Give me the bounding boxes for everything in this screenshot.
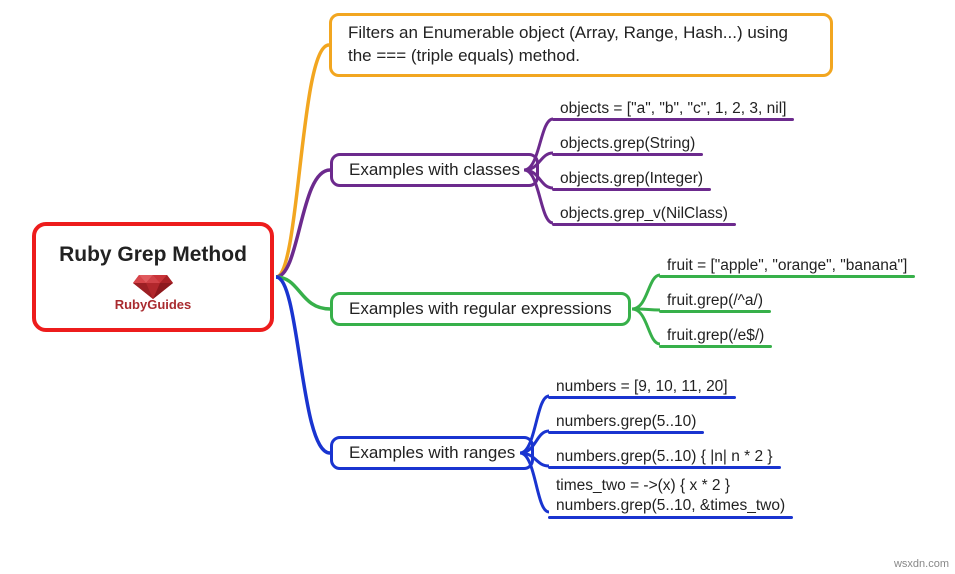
leaf-ranges-0: numbers = [9, 10, 11, 20] xyxy=(556,378,728,396)
leaf-regex-1: fruit.grep(/^a/) xyxy=(667,292,763,310)
leaf-ranges-2: numbers.grep(5..10) { |n| n * 2 } xyxy=(556,448,773,466)
root-title: Ruby Grep Method xyxy=(59,243,247,267)
brand-label: RubyGuides xyxy=(115,297,192,312)
leaf-ranges-1: numbers.grep(5..10) xyxy=(556,413,696,431)
leaf-classes-1: objects.grep(String) xyxy=(560,135,695,153)
branch-regex: Examples with regular expressions xyxy=(330,292,631,326)
leaf-classes-2: objects.grep(Integer) xyxy=(560,170,703,188)
ruby-gem-icon xyxy=(133,271,173,299)
branch-classes: Examples with classes xyxy=(330,153,539,187)
branch-ranges-label: Examples with ranges xyxy=(349,443,515,463)
leaf-classes-0: objects = ["a", "b", "c", 1, 2, 3, nil] xyxy=(560,100,786,118)
leaf-classes-3: objects.grep_v(NilClass) xyxy=(560,205,728,223)
branch-description: Filters an Enumerable object (Array, Ran… xyxy=(329,13,833,77)
branch-ranges: Examples with ranges xyxy=(330,436,534,470)
leaf-regex-2: fruit.grep(/e$/) xyxy=(667,327,764,345)
leaf-ranges-3: times_two = ->(x) { x * 2 } numbers.grep… xyxy=(556,476,785,516)
branch-regex-label: Examples with regular expressions xyxy=(349,299,612,319)
description-text: Filters an Enumerable object (Array, Ran… xyxy=(348,22,814,68)
branch-classes-label: Examples with classes xyxy=(349,160,520,180)
watermark: wsxdn.com xyxy=(894,558,949,570)
root-node: Ruby Grep Method RubyGuides xyxy=(32,222,274,332)
leaf-regex-0: fruit = ["apple", "orange", "banana"] xyxy=(667,257,907,275)
